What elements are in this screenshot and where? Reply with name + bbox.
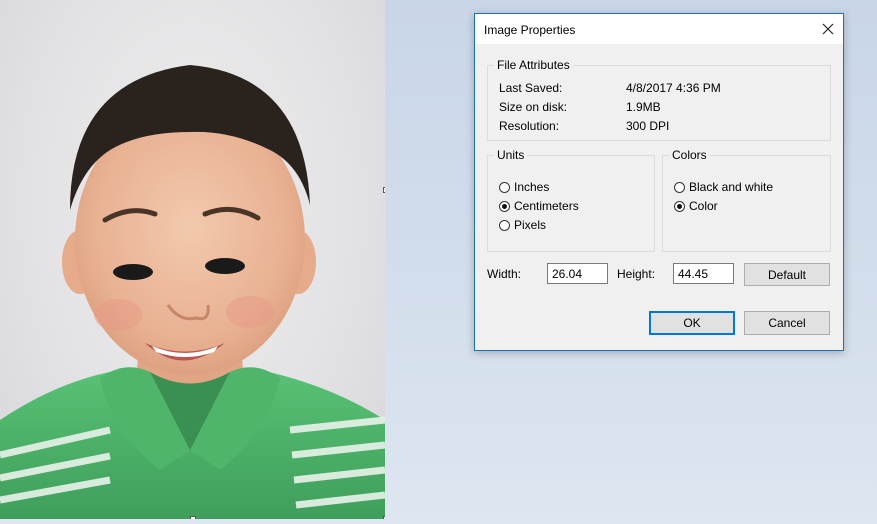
cancel-button[interactable]: Cancel xyxy=(744,311,830,335)
file-attributes-group: File Attributes Last Saved: 4/8/2017 4:3… xyxy=(487,58,831,141)
radio-inches-circle xyxy=(499,181,510,193)
height-label: Height: xyxy=(617,267,656,281)
image-properties-dialog: Image Properties File Attributes Last Sa… xyxy=(474,13,844,351)
radio-centimeters-circle xyxy=(499,200,510,212)
image-canvas[interactable] xyxy=(0,0,385,519)
close-icon xyxy=(822,23,834,35)
radio-color[interactable]: Color xyxy=(674,199,718,213)
units-group: Units Inches Centimeters Pixels xyxy=(487,148,655,252)
radio-centimeters[interactable]: Centimeters xyxy=(499,199,579,213)
width-input[interactable] xyxy=(547,263,608,284)
radio-bw-circle xyxy=(674,181,685,193)
colors-legend: Colors xyxy=(669,148,710,162)
radio-selected-dot xyxy=(677,203,682,209)
radio-inches[interactable]: Inches xyxy=(499,180,549,194)
dialog-titlebar[interactable]: Image Properties xyxy=(475,14,843,44)
resize-handle-bottom[interactable] xyxy=(190,516,196,519)
photo-boy-portrait xyxy=(0,65,385,519)
radio-color-label: Color xyxy=(689,199,718,213)
size-on-disk-value: 1.9MB xyxy=(626,100,661,114)
width-label: Width: xyxy=(487,267,522,281)
radio-inches-label: Inches xyxy=(514,180,550,194)
close-button[interactable] xyxy=(813,14,843,44)
ok-button[interactable]: OK xyxy=(649,311,735,335)
dialog-title: Image Properties xyxy=(484,23,576,37)
last-saved-value: 4/8/2017 4:36 PM xyxy=(626,81,721,95)
size-on-disk-label: Size on disk: xyxy=(499,100,568,114)
radio-selected-dot xyxy=(502,203,507,209)
radio-color-circle xyxy=(674,200,685,212)
resolution-value: 300 DPI xyxy=(626,119,670,133)
default-button[interactable]: Default xyxy=(744,263,830,286)
radio-centimeters-label: Centimeters xyxy=(514,199,579,213)
resize-handle-corner[interactable] xyxy=(383,516,385,519)
colors-group: Colors Black and white Color xyxy=(662,148,831,252)
resize-handle-right[interactable] xyxy=(383,187,385,193)
radio-pixels[interactable]: Pixels xyxy=(499,218,546,232)
radio-pixels-label: Pixels xyxy=(514,218,547,232)
radio-black-and-white[interactable]: Black and white xyxy=(674,180,773,194)
height-input[interactable] xyxy=(673,263,734,284)
last-saved-label: Last Saved: xyxy=(499,81,563,95)
radio-bw-label: Black and white xyxy=(689,180,774,194)
radio-pixels-circle xyxy=(499,219,510,231)
file-attributes-legend: File Attributes xyxy=(494,58,573,72)
units-legend: Units xyxy=(494,148,528,162)
resolution-label: Resolution: xyxy=(499,119,560,133)
